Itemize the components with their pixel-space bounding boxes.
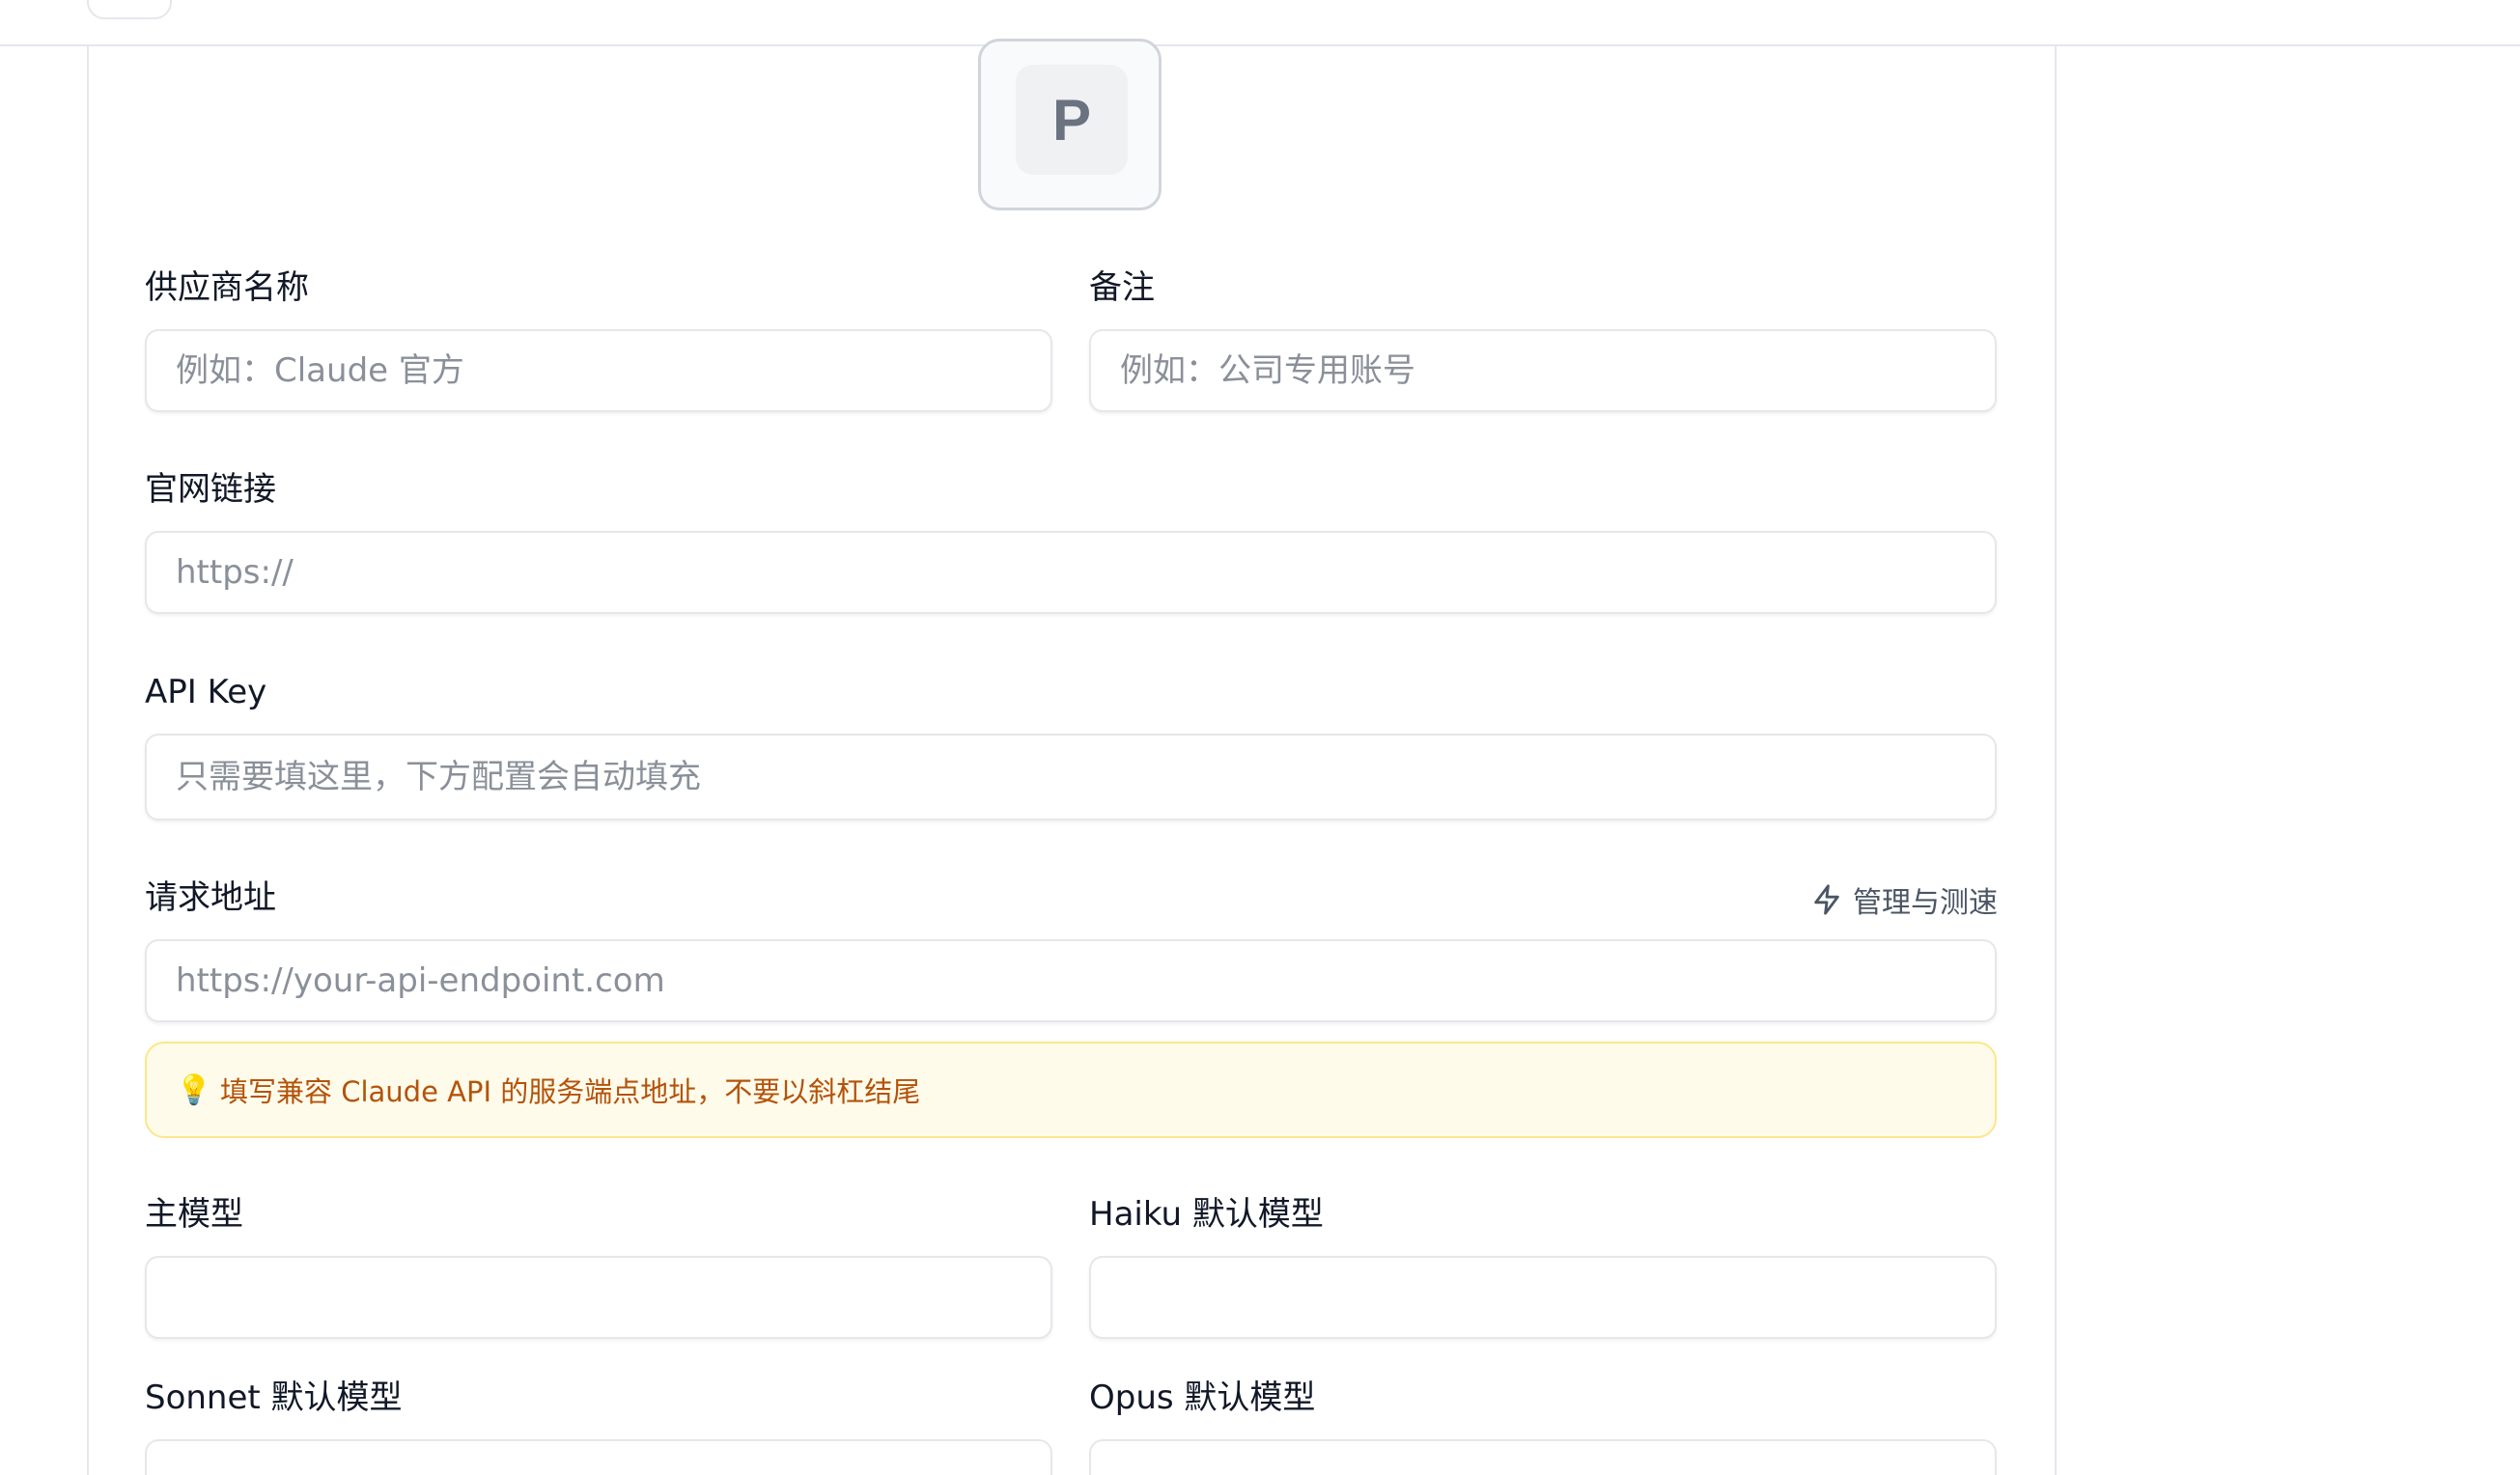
api-key-input[interactable] <box>145 734 1997 821</box>
lightbulb-icon: 💡 <box>176 1072 212 1107</box>
endpoint-tip: 💡 填写兼容 Claude API 的服务端点地址，不要以斜杠结尾 <box>145 1042 1997 1138</box>
haiku-model-label: Haiku 默认模型 <box>1089 1195 1324 1234</box>
sonnet-model-input[interactable] <box>145 1439 1052 1475</box>
website-label: 官网链接 <box>145 470 276 509</box>
main-model-label: 主模型 <box>145 1195 243 1234</box>
notes-input[interactable] <box>1089 329 1997 412</box>
endpoint-input[interactable] <box>145 939 1997 1022</box>
website-input[interactable] <box>145 531 1997 614</box>
main-model-input[interactable] <box>145 1256 1052 1339</box>
endpoint-label: 请求地址 <box>145 878 276 917</box>
api-key-label: API Key <box>145 673 267 711</box>
endpoint-tip-text: 填写兼容 Claude API 的服务端点地址，不要以斜杠结尾 <box>220 1075 921 1108</box>
provider-icon-picker[interactable]: P <box>978 39 1162 210</box>
back-button[interactable] <box>87 0 172 19</box>
opus-model-label: Opus 默认模型 <box>1089 1378 1316 1417</box>
manage-speedtest-link[interactable]: 管理与测速 <box>1810 877 1998 923</box>
haiku-model-input[interactable] <box>1089 1256 1997 1339</box>
provider-name-label: 供应商名称 <box>145 268 309 307</box>
sonnet-model-label: Sonnet 默认模型 <box>145 1378 403 1417</box>
notes-label: 备注 <box>1089 268 1155 307</box>
provider-name-input[interactable] <box>145 329 1052 412</box>
top-bar <box>0 0 2520 46</box>
manage-speedtest-label: 管理与测速 <box>1853 886 1998 920</box>
opus-model-input[interactable] <box>1089 1439 1997 1475</box>
provider-avatar: P <box>1016 65 1128 175</box>
lightning-bolt-icon <box>1814 884 1839 915</box>
